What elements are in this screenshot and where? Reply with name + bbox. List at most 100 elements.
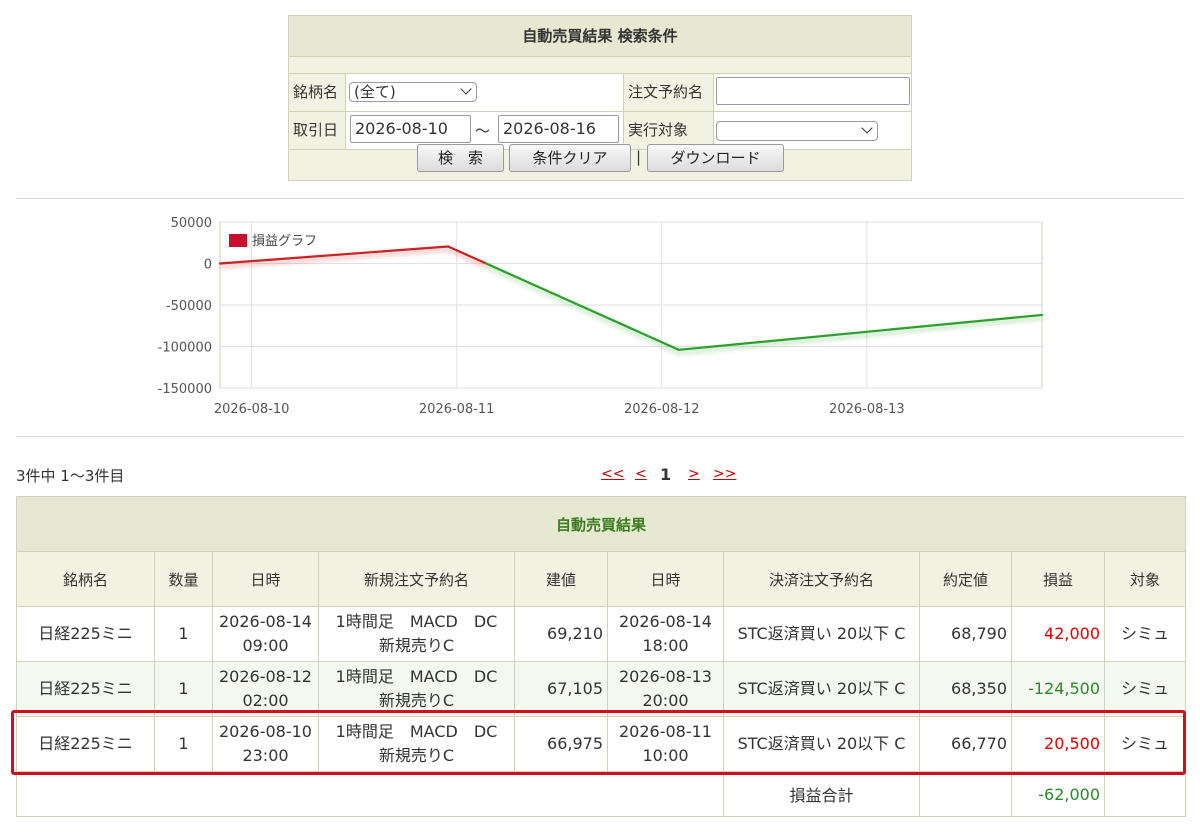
entry-order-line1: 1時間足 MACD DC <box>335 722 498 741</box>
cell-quantity: 1 <box>154 661 213 717</box>
search-button[interactable]: 検 索 <box>417 144 504 172</box>
table-row: 日経225ミニ 1 2026-08-14 09:00 1時間足 MACD DC 新規… <box>16 606 1187 662</box>
row-divider <box>289 111 911 112</box>
col-header-profit-loss: 損益 <box>1011 551 1105 607</box>
close-time: 20:00 <box>642 691 689 710</box>
cell-exit-order: STC返済買い 20以下 C <box>723 606 920 662</box>
entry-order-line2: 新規売りC <box>378 636 455 655</box>
close-time: 10:00 <box>642 746 689 765</box>
total-row-blank <box>1103 771 1187 817</box>
row-divider <box>289 73 911 74</box>
symbol-select[interactable]: (全て) <box>349 82 477 102</box>
cell-close-datetime: 2026-08-11 10:00 <box>607 716 724 772</box>
x-tick-label: 2026-08-10 <box>214 402 290 417</box>
results-table-caption: 自動売買結果 <box>15 496 1187 552</box>
col-divider <box>713 73 714 149</box>
cell-profit-loss: -124,500 <box>1011 661 1105 717</box>
y-tick-label: -150000 <box>158 382 212 397</box>
cell-exit-order: STC返済買い 20以下 C <box>723 716 920 772</box>
open-time: 02:00 <box>242 691 289 710</box>
col-header-target: 対象 <box>1103 551 1187 607</box>
result-count: 3件中 1〜3件目 <box>16 467 125 485</box>
profit-loss-chart: 50000 0 -50000 -100000 -150000 2026-08-10 202… <box>158 216 1044 417</box>
total-row-blank <box>919 771 1012 817</box>
cell-close-datetime: 2026-08-13 20:00 <box>607 661 724 717</box>
col-header-entry-price: 建値 <box>514 551 608 607</box>
col-header-quantity: 数量 <box>154 551 213 607</box>
cell-entry-order: 1時間足 MACD DC 新規売りC <box>318 661 515 717</box>
cell-entry-order: 1時間足 MACD DC 新規売りC <box>318 716 515 772</box>
trade-date-label: 取引日 <box>289 111 345 149</box>
download-button[interactable]: ダウンロード <box>647 144 784 172</box>
chevron-down-icon <box>460 83 472 95</box>
cell-fill-price: 68,350 <box>919 661 1012 717</box>
total-row-spacer <box>16 771 724 817</box>
cell-symbol: 日経225ミニ <box>16 661 155 717</box>
cell-profit-loss: 20,500 <box>1011 716 1105 772</box>
search-panel-title: 自動売買結果 検索条件 <box>289 16 911 57</box>
cell-symbol: 日経225ミニ <box>16 716 155 772</box>
total-label: 損益合計 <box>723 771 920 817</box>
cell-quantity: 1 <box>154 606 213 662</box>
close-date: 2026-08-14 <box>619 612 712 631</box>
open-time: 09:00 <box>242 636 289 655</box>
open-date: 2026-08-10 <box>219 722 312 741</box>
cell-profit-loss: 42,000 <box>1011 606 1105 662</box>
close-date: 2026-08-13 <box>619 667 712 686</box>
col-header-entry-order: 新規注文予約名 <box>318 551 515 607</box>
cell-quantity: 1 <box>154 716 213 772</box>
legend-swatch <box>229 234 247 247</box>
entry-order-line1: 1時間足 MACD DC <box>335 667 498 686</box>
col-header-close-datetime: 日時 <box>607 551 724 607</box>
cell-open-datetime: 2026-08-14 09:00 <box>212 606 319 662</box>
y-tick-label: 50000 <box>171 216 212 231</box>
cell-entry-price: 67,105 <box>514 661 608 717</box>
target-select[interactable] <box>716 121 878 141</box>
cell-open-datetime: 2026-08-12 02:00 <box>212 661 319 717</box>
y-tick-label: -50000 <box>166 299 212 314</box>
total-value: -62,000 <box>1011 771 1105 817</box>
legend-label: 損益グラフ <box>252 234 317 249</box>
cell-entry-order: 1時間足 MACD DC 新規売りC <box>318 606 515 662</box>
entry-order-line1: 1時間足 MACD DC <box>335 612 498 631</box>
section-divider <box>16 436 1184 437</box>
col-divider <box>623 73 624 149</box>
y-axis-ticks: 50000 0 -50000 -100000 -150000 <box>158 216 212 397</box>
table-row: 日経225ミニ 1 2026-08-10 23:00 1時間足 MACD DC 新規… <box>16 716 1187 772</box>
cell-open-datetime: 2026-08-10 23:00 <box>212 716 319 772</box>
open-date: 2026-08-12 <box>219 667 312 686</box>
entry-order-line2: 新規売りC <box>378 746 455 765</box>
order-name-label: 注文予約名 <box>624 73 714 111</box>
pager-first-link[interactable]: << <box>601 466 624 482</box>
cell-target: シミュ <box>1103 606 1187 662</box>
open-date: 2026-08-14 <box>219 612 312 631</box>
date-from-input[interactable]: 2026-08-10 <box>350 115 471 143</box>
x-tick-label: 2026-08-11 <box>419 402 495 417</box>
section-divider <box>16 198 1184 199</box>
col-header-exit-order: 決済注文予約名 <box>723 551 920 607</box>
clear-conditions-button[interactable]: 条件クリア <box>509 144 631 172</box>
close-time: 18:00 <box>642 636 689 655</box>
y-tick-label: 0 <box>204 258 212 273</box>
y-tick-label: -100000 <box>158 341 212 356</box>
cell-fill-price: 68,790 <box>919 606 1012 662</box>
cell-fill-price: 66,770 <box>919 716 1012 772</box>
x-axis-ticks: 2026-08-10 2026-08-11 2026-08-12 2026-08-13 <box>214 402 905 417</box>
pager-next-link[interactable]: > <box>688 466 700 482</box>
symbol-select-value: (全て) <box>354 83 396 101</box>
chevron-down-icon <box>861 122 873 134</box>
cell-symbol: 日経225ミニ <box>16 606 155 662</box>
date-to-input[interactable]: 2026-08-16 <box>498 115 619 143</box>
symbol-label: 銘柄名 <box>289 73 345 111</box>
pager-current-page: 1 <box>660 465 672 484</box>
cell-target: シミュ <box>1103 716 1187 772</box>
pager-prev-link[interactable]: < <box>635 466 647 482</box>
pager-last-link[interactable]: >> <box>713 466 736 482</box>
table-row: 日経225ミニ 1 2026-08-12 02:00 1時間足 MACD DC 新規… <box>16 661 1187 717</box>
entry-order-line2: 新規売りC <box>378 691 455 710</box>
x-tick-label: 2026-08-12 <box>624 402 700 417</box>
search-panel: 自動売買結果 検索条件 銘柄名 (全て) 注文予約名 取引日 2026-08-1… <box>288 15 912 181</box>
col-divider <box>345 73 346 149</box>
order-name-input[interactable] <box>716 77 910 105</box>
cell-close-datetime: 2026-08-14 18:00 <box>607 606 724 662</box>
